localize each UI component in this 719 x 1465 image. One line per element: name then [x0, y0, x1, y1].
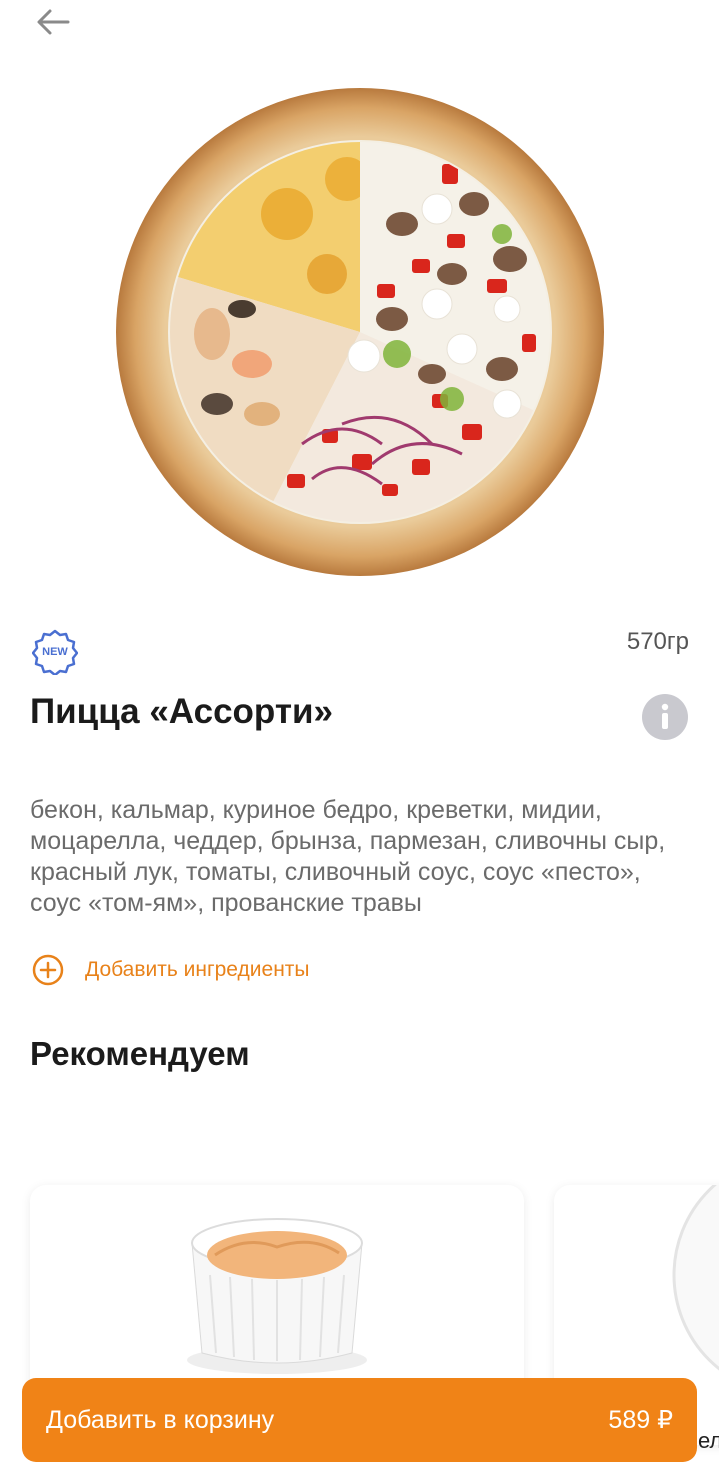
new-badge-text: NEW: [42, 646, 68, 658]
info-icon: [661, 703, 669, 729]
info-button[interactable]: [642, 694, 688, 740]
add-to-cart-label: Добавить в корзину: [46, 1405, 275, 1434]
card2-label-fragment: ел: [698, 1428, 719, 1453]
product-description: бекон, кальмар, куриное бедро, креветки,…: [30, 796, 666, 917]
product-image: [112, 84, 608, 580]
plus-circle-icon: [32, 954, 64, 986]
new-badge: NEW: [31, 629, 79, 677]
add-ingredients-label: Добавить ингредиенты: [85, 958, 310, 981]
product-weight: 570гр: [626, 628, 689, 655]
add-ingredients-button[interactable]: Добавить ингредиенты: [32, 951, 310, 989]
recommend-title: Рекомендуем: [30, 1035, 250, 1072]
cart-price: 589 ₽: [608, 1406, 673, 1434]
arrow-left-icon: [37, 9, 70, 35]
pizza-assorti-image: [116, 88, 604, 576]
product-title: Пицца «Ассорти»: [30, 692, 333, 731]
back-button[interactable]: [30, 4, 78, 40]
add-to-cart-button[interactable]: Добавить в корзину 589 ₽: [22, 1378, 697, 1462]
